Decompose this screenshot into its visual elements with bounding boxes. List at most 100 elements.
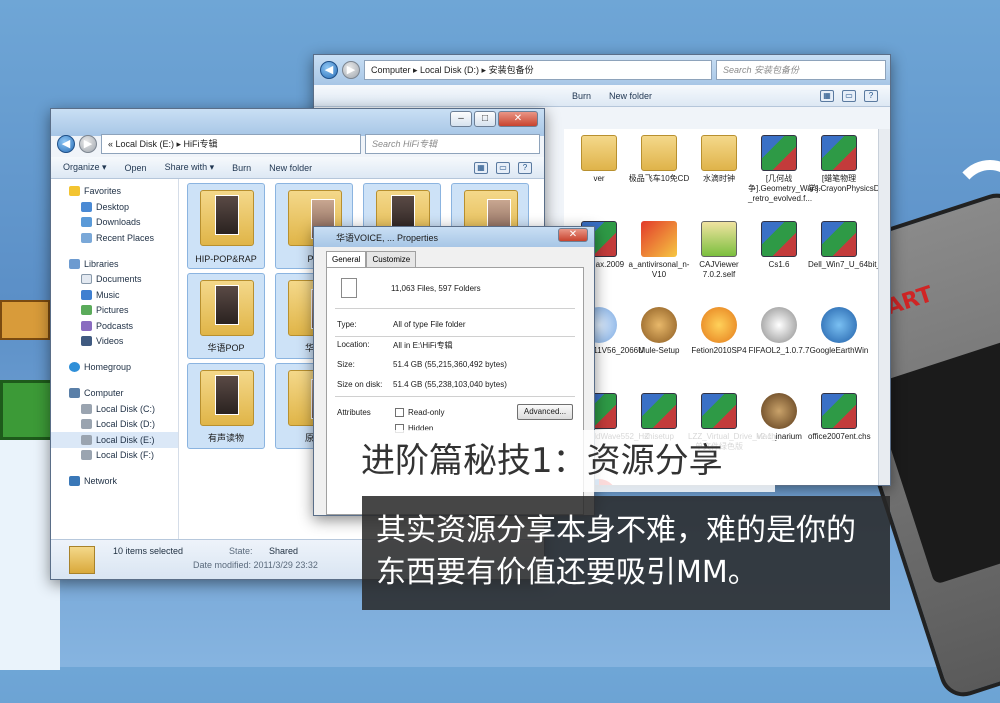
- burn-button[interactable]: Burn: [232, 163, 251, 173]
- file-item[interactable]: Fetion2010SP4: [688, 307, 750, 356]
- file-item[interactable]: Cs1.6: [748, 221, 810, 270]
- search-input[interactable]: Search 安装包备份: [716, 60, 886, 80]
- search-input[interactable]: Search HiFi专辑: [365, 134, 540, 154]
- nav-libraries[interactable]: Libraries: [51, 256, 178, 272]
- view-options-icon[interactable]: ▦: [820, 89, 834, 102]
- files-icon: [341, 278, 357, 298]
- advanced-button[interactable]: Advanced...: [517, 404, 573, 420]
- file-item[interactable]: 水滴时钟: [688, 135, 750, 184]
- tab-customize[interactable]: Customize: [366, 251, 417, 267]
- attributes-label: Attributes: [337, 408, 371, 417]
- caj-icon: [701, 221, 737, 257]
- view-options-icon[interactable]: ▦: [474, 161, 488, 174]
- drive-icon: [81, 403, 92, 414]
- file-item[interactable]: CAJViewer 7.0.2.self: [688, 221, 750, 280]
- album-cover-thumbnail: [215, 285, 239, 325]
- nav-item-recent-places[interactable]: Recent Places: [51, 230, 178, 246]
- file-item[interactable]: [蜡笔物理学].CrayonPhysicsDeluxe: [808, 135, 890, 194]
- organize-menu[interactable]: Organize ▾: [63, 162, 107, 173]
- folder-tile[interactable]: HIP-POP&RAP: [187, 183, 265, 269]
- open-button[interactable]: Open: [125, 163, 147, 173]
- nav-item-drive-e[interactable]: Local Disk (E:): [51, 432, 178, 448]
- slide-subtitle: 其实资源分享本身不难，难的是你的 东西要有价值还要吸引MM。: [362, 496, 890, 610]
- nav-label: Homegroup: [84, 362, 132, 372]
- burn-button[interactable]: Burn: [572, 91, 591, 101]
- date-modified: Date modified: 2011/3/29 23:32: [193, 560, 318, 570]
- nav-item-downloads[interactable]: Downloads: [51, 215, 178, 231]
- file-item[interactable]: FIFAOL2_1.0.7.7: [748, 307, 810, 356]
- fold-icon: [581, 135, 617, 171]
- state-label: State:: [229, 546, 253, 556]
- help-icon[interactable]: ?: [518, 161, 532, 174]
- dialog-title: 华语VOICE, ... Properties: [336, 233, 439, 243]
- forward-button[interactable]: ▶: [79, 135, 97, 153]
- file-item[interactable]: Mule-Setup: [628, 307, 690, 356]
- minimize-button[interactable]: –: [450, 111, 472, 127]
- nav-item-desktop[interactable]: Desktop: [51, 199, 178, 215]
- checkbox-icon[interactable]: [395, 408, 404, 417]
- nav-label: Desktop: [96, 201, 130, 212]
- file-item[interactable]: a_antivirsonal_n-V10: [628, 221, 690, 280]
- preview-pane-icon[interactable]: ▭: [842, 89, 856, 102]
- address-bar[interactable]: Computer ▸ Local Disk (D:) ▸ 安装包备份: [364, 60, 712, 80]
- back-button[interactable]: ◀: [320, 61, 338, 79]
- file-item[interactable]: ver: [568, 135, 630, 184]
- maximize-button[interactable]: □: [474, 111, 496, 127]
- dialog-titlebar[interactable]: 华语VOICE, ... Properties ✕: [314, 227, 594, 247]
- new-folder-button[interactable]: New folder: [609, 91, 652, 101]
- earth-icon: [821, 307, 857, 343]
- shield-icon: [641, 221, 677, 257]
- nav-label: Network: [84, 476, 118, 486]
- nav-item-pictures[interactable]: Pictures: [51, 303, 178, 319]
- file-item[interactable]: 极品飞车10免CD: [628, 135, 690, 184]
- nav-homegroup[interactable]: Homegroup: [51, 359, 178, 375]
- nav-computer[interactable]: Computer: [51, 385, 178, 401]
- file-item[interactable]: GoogleEarthWin: [808, 307, 870, 356]
- folder-tile[interactable]: 华语POP: [187, 273, 265, 359]
- documents-icon: [81, 274, 92, 285]
- nav-label: Libraries: [84, 258, 119, 269]
- toolbar: Burn New folder ▦ ▭ ?: [314, 85, 890, 107]
- forward-button[interactable]: ▶: [342, 61, 360, 79]
- file-item[interactable]: [几何战争].Geometry_Wars-_retro_evolved.f...: [748, 135, 821, 204]
- nav-item-music[interactable]: Music: [51, 287, 178, 303]
- toolbar: Organize ▾ Open Share with ▾ Burn New fo…: [51, 157, 544, 179]
- nav-item-drive-c[interactable]: Local Disk (C:): [51, 401, 178, 417]
- file-label: Fetion2010SP4: [691, 346, 747, 355]
- readonly-checkbox[interactable]: Read-only: [395, 408, 444, 417]
- tab-strip: General Customize: [326, 251, 417, 267]
- nav-favorites[interactable]: Favorites: [51, 183, 178, 199]
- folder-tile[interactable]: 有声读物: [187, 363, 265, 449]
- file-label: GoogleEarthWin: [809, 346, 869, 355]
- help-icon[interactable]: ?: [864, 89, 878, 102]
- new-folder-button[interactable]: New folder: [269, 163, 312, 173]
- vertical-scrollbar[interactable]: [878, 129, 890, 485]
- preview-pane-icon[interactable]: ▭: [496, 161, 510, 174]
- machin-icon: [761, 393, 797, 429]
- address-bar[interactable]: « Local Disk (E:) ▸ HiFi专辑: [101, 134, 361, 154]
- nav-item-drive-f[interactable]: Local Disk (F:): [51, 448, 178, 464]
- titlebar[interactable]: – □ ✕: [51, 109, 544, 136]
- close-button[interactable]: ✕: [498, 111, 538, 127]
- rar-icon: [761, 135, 797, 171]
- nav-item-podcasts[interactable]: Podcasts: [51, 318, 178, 334]
- back-button[interactable]: ◀: [57, 135, 75, 153]
- drive-icon: [81, 419, 92, 430]
- share-with-menu[interactable]: Share with ▾: [165, 162, 215, 173]
- attributes-text: Attributes: [337, 408, 371, 417]
- nav-item-videos[interactable]: Videos: [51, 334, 178, 350]
- nav-item-drive-d[interactable]: Local Disk (D:): [51, 417, 178, 433]
- titlebar[interactable]: ◀ ▶ Computer ▸ Local Disk (D:) ▸ 安装包备份 S…: [314, 55, 890, 85]
- checkbox-label: Read-only: [408, 408, 445, 417]
- row-value: All in E:\HiFi专辑: [393, 341, 453, 350]
- fifa-icon: [761, 307, 797, 343]
- file-label: ver: [593, 174, 605, 183]
- nav-item-documents[interactable]: Documents: [51, 272, 178, 288]
- tab-general[interactable]: General: [326, 251, 367, 267]
- file-item[interactable]: Dell_Win7_U_64bit_CN: [808, 221, 890, 270]
- file-item[interactable]: office2007ent.chs: [808, 393, 871, 442]
- close-button[interactable]: ✕: [558, 228, 588, 242]
- row-key: Size on disk:: [337, 380, 383, 389]
- nav-network[interactable]: Network: [51, 473, 178, 489]
- fold-icon: [641, 135, 677, 171]
